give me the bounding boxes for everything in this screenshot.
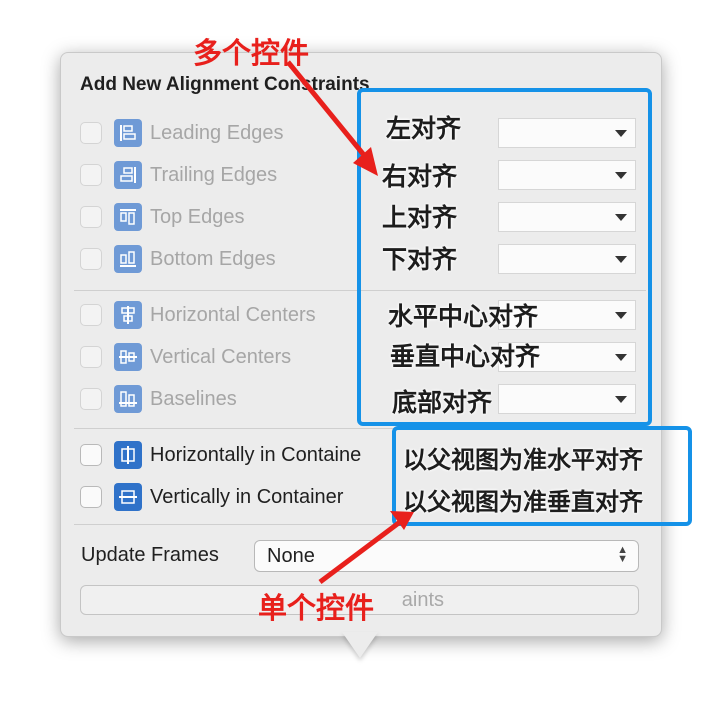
multi-arrow-head bbox=[353, 147, 378, 176]
single-arrow-line bbox=[318, 520, 402, 584]
multi-arrow-line bbox=[286, 60, 370, 162]
multi-control-annotation: 多个控件 bbox=[193, 36, 310, 70]
single-control-annotation: 单个控件 bbox=[258, 591, 375, 625]
